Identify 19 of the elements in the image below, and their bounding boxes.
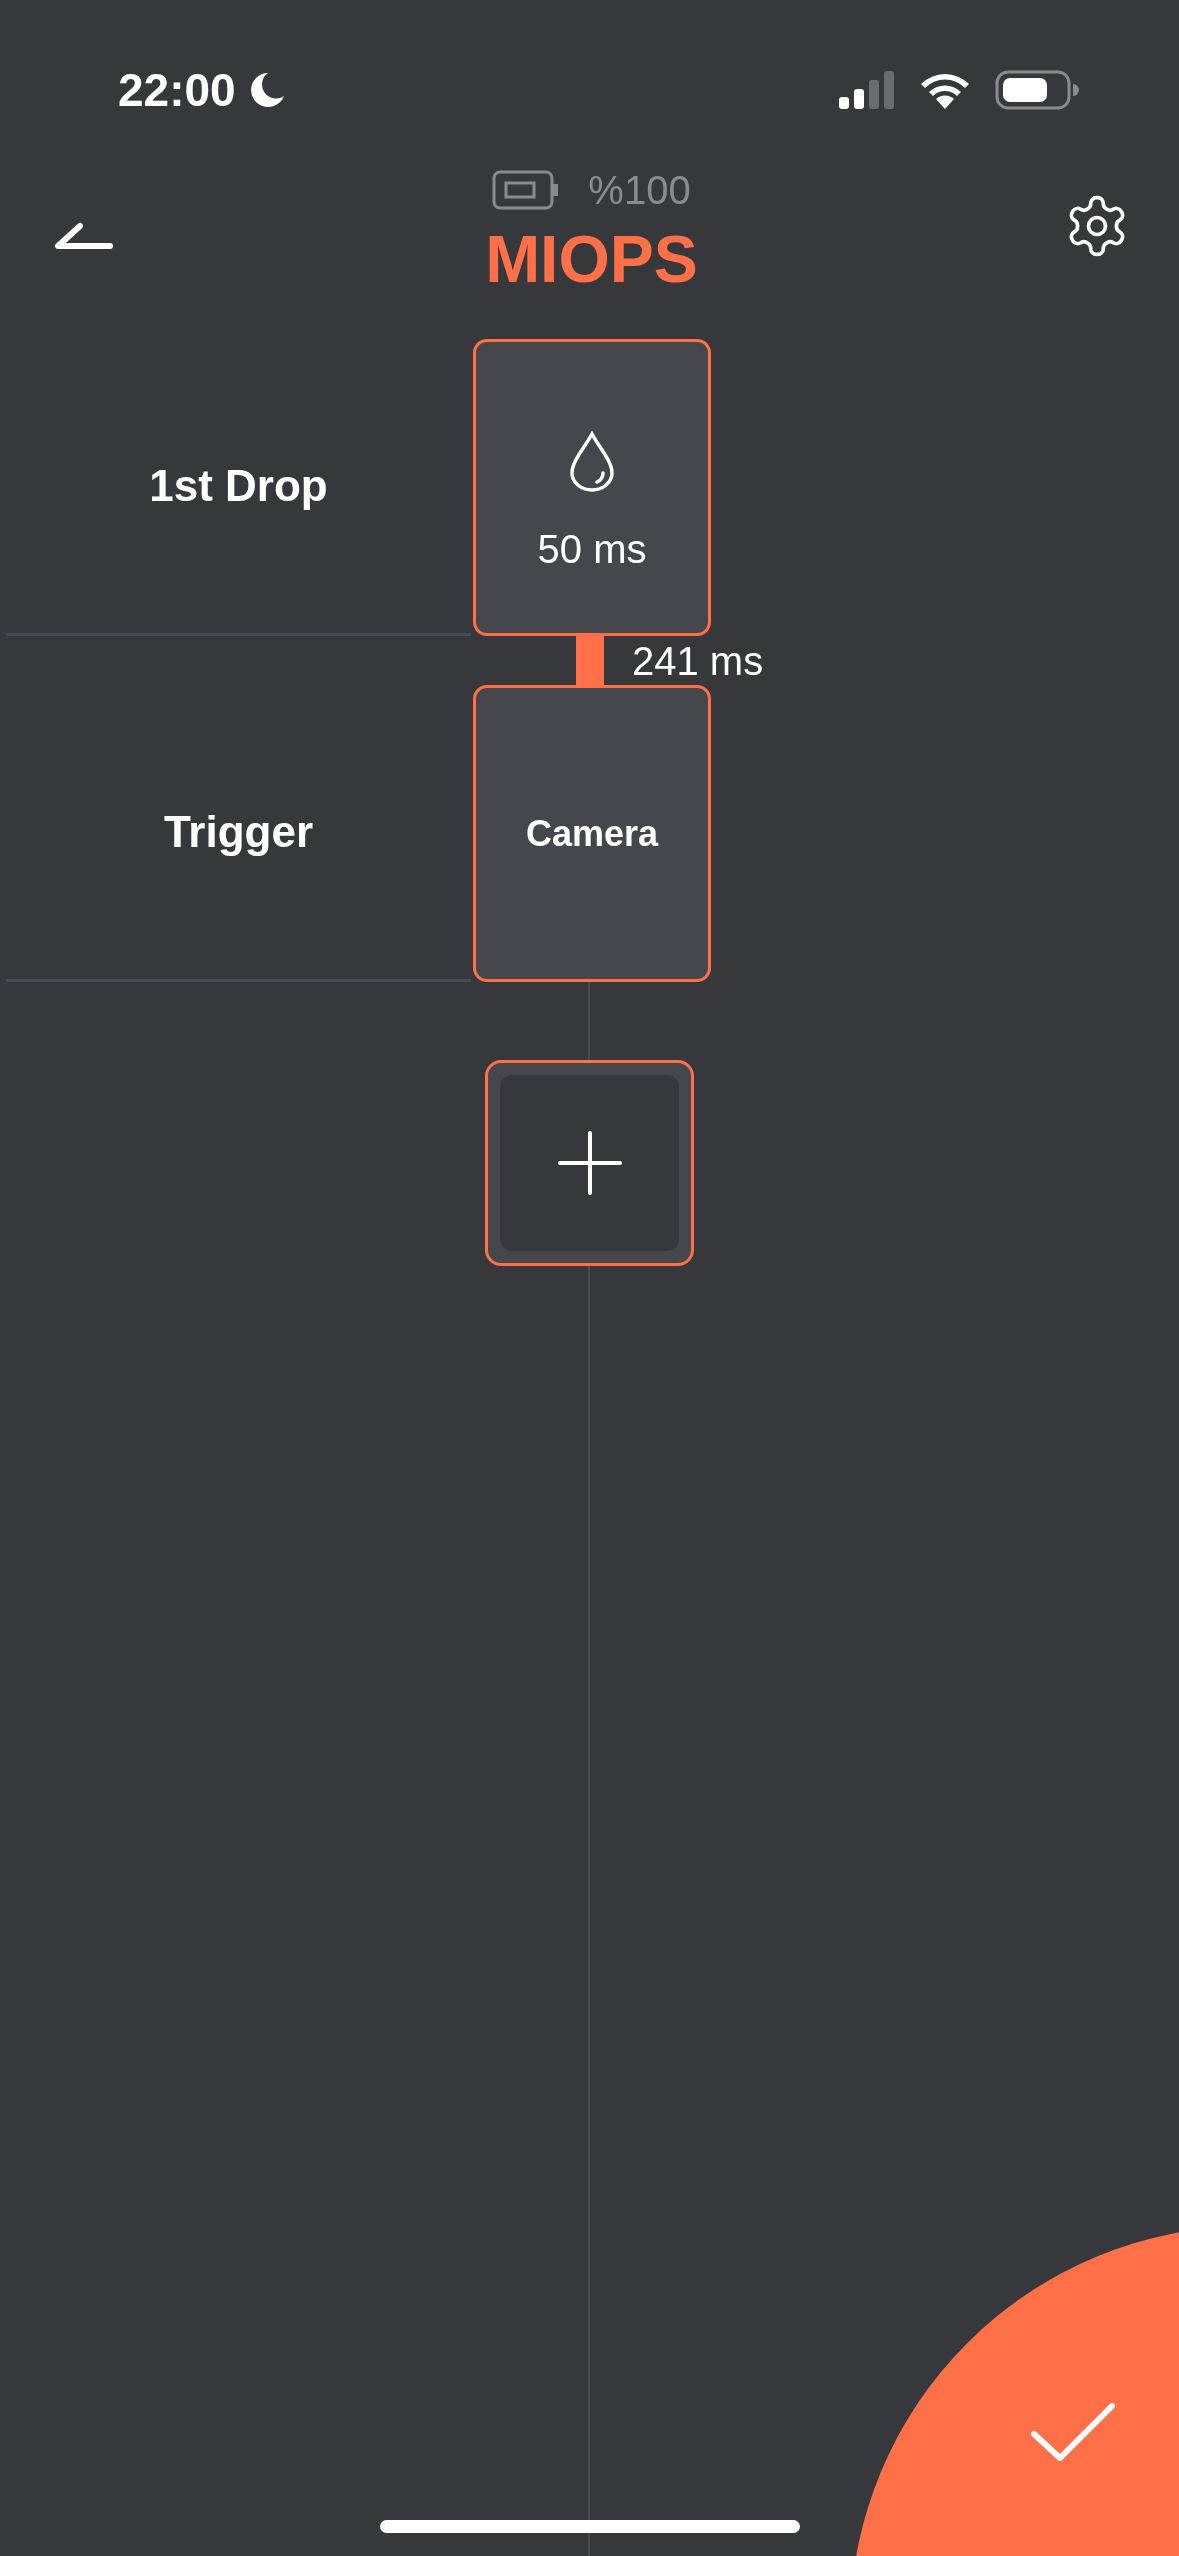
drop-icon — [567, 430, 617, 493]
check-icon — [1030, 2400, 1116, 2464]
drop-card[interactable]: 50 ms — [473, 339, 711, 636]
app-title: MIOPS — [485, 226, 698, 292]
device-battery-icon — [492, 170, 561, 210]
battery-level-text: %100 — [588, 170, 691, 210]
row-label: Trigger — [163, 806, 314, 858]
plus-icon — [557, 1131, 622, 1195]
status-time: 22:00 — [118, 62, 236, 118]
delay-connector — [576, 636, 604, 685]
wifi-icon — [919, 71, 971, 109]
add-button[interactable] — [485, 1060, 694, 1266]
battery-icon — [995, 70, 1079, 110]
signal-icon — [839, 71, 895, 109]
row-label: 1st Drop — [149, 460, 328, 512]
camera-card[interactable]: Camera — [473, 685, 711, 982]
device-label: Camera — [525, 815, 659, 852]
delay-label: 241 ms — [632, 640, 764, 681]
duration-label: 50 ms — [537, 528, 647, 569]
